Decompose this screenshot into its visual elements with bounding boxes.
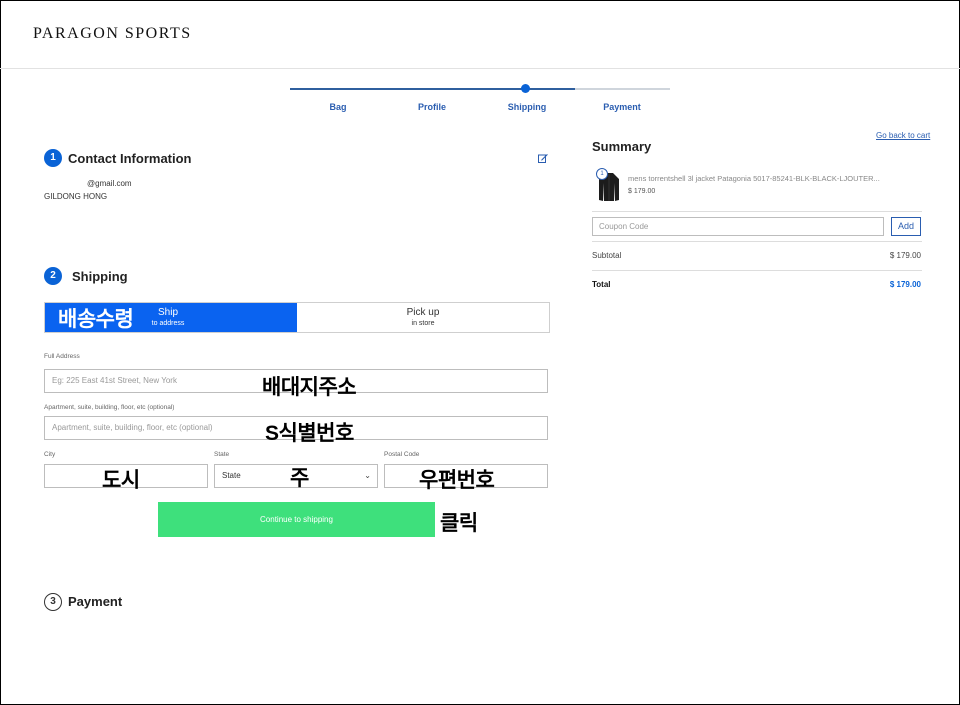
progress-line-done (290, 88, 575, 90)
subtotal-value: $ 179.00 (889, 251, 921, 260)
state-label: State (214, 451, 230, 458)
go-back-to-cart-link[interactable]: Go back to cart (876, 131, 930, 140)
continue-to-shipping-button[interactable]: Continue to shipping (158, 502, 435, 537)
subtotal-label: Subtotal (592, 251, 622, 260)
progress-line-remaining (575, 88, 670, 90)
summary-title: Summary (592, 139, 652, 154)
step-shipping[interactable]: Shipping (487, 102, 567, 112)
payment-title: Payment (68, 594, 123, 609)
summary-divider (592, 241, 922, 242)
summary-divider (592, 211, 922, 212)
coupon-input[interactable]: Coupon Code (592, 217, 884, 236)
item-price: $ 179.00 (628, 188, 656, 195)
total-label: Total (592, 280, 611, 289)
step-profile[interactable]: Profile (392, 102, 472, 112)
shipping-step-number: 2 (44, 267, 62, 285)
current-step-dot (521, 84, 530, 93)
contact-step-number: 1 (44, 149, 62, 167)
payment-step-number: 3 (44, 593, 62, 611)
postal-label: Postal Code (384, 451, 420, 458)
chevron-down-icon: ⌄ (364, 471, 371, 480)
annotation-state: 주 (290, 467, 309, 490)
item-name: mens torrentshell 3l jacket Patagonia 50… (628, 174, 880, 183)
pickup-option-sub: in store (411, 320, 435, 327)
site-header: PARAGON SPORTS (0, 0, 960, 69)
shipping-title: Shipping (72, 269, 128, 284)
step-payment[interactable]: Payment (582, 102, 662, 112)
pickup-option[interactable]: Pick up in store (297, 303, 549, 332)
item-quantity-badge: 1 (596, 168, 608, 180)
annotation-apartment: S식별번호 (265, 422, 354, 445)
contact-email: @gmail.com (87, 179, 132, 188)
annotation-city: 도시 (102, 469, 140, 492)
step-bag[interactable]: Bag (298, 102, 378, 112)
city-label: City (44, 451, 56, 458)
annotation-postal: 우편번호 (419, 469, 495, 492)
contact-name: GILDONG HONG (44, 192, 108, 201)
state-select-value: State (222, 471, 241, 480)
summary-divider (592, 270, 922, 271)
add-coupon-button[interactable]: Add (891, 217, 921, 236)
pickup-option-label: Pick up (406, 307, 440, 318)
full-address-label: Full Address (44, 353, 80, 360)
total-value: $ 179.00 (889, 280, 921, 289)
annotation-ship: 배송수령 (58, 308, 134, 331)
apartment-label: Apartment, suite, building, floor, etc (… (44, 404, 175, 411)
contact-title: Contact Information (68, 151, 192, 166)
annotation-continue: 클릭 (440, 512, 478, 535)
brand-logo[interactable]: PARAGON SPORTS (33, 25, 192, 43)
checkout-steps: Bag Profile Shipping Payment (290, 82, 670, 122)
edit-icon[interactable] (538, 153, 548, 163)
annotation-full-address: 배대지주소 (262, 376, 357, 399)
